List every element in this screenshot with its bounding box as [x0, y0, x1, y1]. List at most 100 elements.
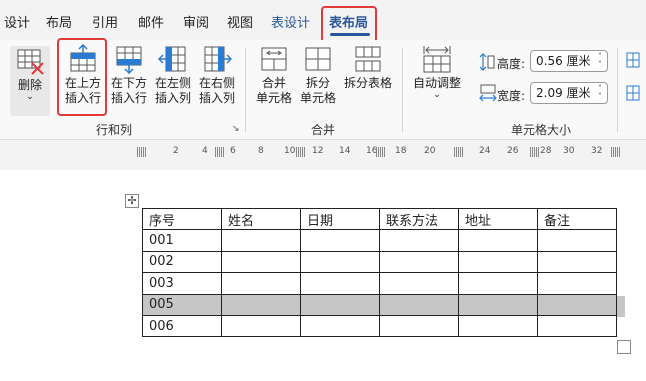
table-row[interactable]: 003: [142, 272, 617, 295]
ribbon: 删除 ⌄ 在上方 插入行 在下方 插入行 在左侧 插入列 在右侧 插入列 行和列…: [0, 38, 646, 140]
insert-right-label-1: 在右侧: [198, 76, 235, 90]
horizontal-ruler[interactable]: 2 4 6 8 10 12 14 16 18 20 24 26 28 30 32: [0, 142, 646, 162]
tab-view[interactable]: 视图: [227, 12, 253, 31]
table-cell[interactable]: [458, 314, 538, 338]
insert-below-label-2: 插入行: [110, 91, 147, 105]
height-input[interactable]: 0.56 厘米 ˄ ˅: [530, 50, 608, 72]
insert-right-button[interactable]: 在右侧 插入列: [194, 44, 240, 106]
table-cell[interactable]: [379, 250, 459, 274]
table-cell[interactable]: [300, 293, 380, 316]
table-cell[interactable]: [458, 250, 538, 274]
insert-below-label-1: 在下方: [110, 76, 147, 90]
table-move-handle-icon[interactable]: ✢: [125, 194, 139, 208]
ruler-number: 8: [258, 146, 264, 156]
table-cell[interactable]: [221, 229, 301, 252]
merge-cells-label-1: 合并: [261, 76, 286, 90]
spinner-arrows-icon[interactable]: ˄ ˅: [598, 53, 602, 69]
table-cell[interactable]: 001: [142, 229, 222, 252]
autofit-button[interactable]: 自动调整 ⌄: [408, 44, 466, 100]
table-cell[interactable]: [221, 293, 301, 316]
ruler-column-marker[interactable]: [296, 147, 305, 157]
merge-cells-label-2: 单元格: [255, 91, 292, 105]
table-row[interactable]: 001: [142, 229, 617, 252]
merge-cells-button[interactable]: 合并 单元格: [252, 44, 296, 106]
document-table[interactable]: 序号 姓名 日期 联系方法 地址 备注 001 002 003 005 006: [142, 207, 617, 338]
table-cell[interactable]: [537, 293, 617, 316]
width-label: 宽度:: [497, 89, 526, 103]
table-cell[interactable]: [379, 229, 459, 252]
table-cell[interactable]: 006: [142, 314, 222, 338]
insert-column-left-icon: [158, 46, 186, 72]
table-header-cell[interactable]: 联系方法: [379, 207, 459, 231]
ruler-column-marker[interactable]: [376, 147, 385, 157]
insert-below-button[interactable]: 在下方 插入行: [106, 44, 152, 106]
table-cell[interactable]: 003: [142, 272, 222, 295]
table-cell[interactable]: [458, 229, 538, 252]
table-cell[interactable]: 002: [142, 250, 222, 274]
table-header-row[interactable]: 序号 姓名 日期 联系方法 地址 备注: [142, 207, 617, 231]
tab-mailings[interactable]: 邮件: [138, 12, 164, 31]
ruler-number: 18: [395, 146, 407, 156]
dialog-launcher-icon[interactable]: ↘: [232, 124, 242, 134]
spinner-arrows-icon[interactable]: ˄ ˅: [598, 85, 602, 101]
insert-above-highlight: [57, 38, 107, 116]
tab-references[interactable]: 引用: [92, 12, 118, 31]
table-header-cell[interactable]: 序号: [142, 207, 222, 231]
table-cell[interactable]: [537, 314, 617, 338]
table-cell[interactable]: [537, 272, 617, 295]
delete-label: 删除: [17, 78, 42, 92]
ruler-column-marker[interactable]: [611, 147, 620, 157]
ruler-column-marker[interactable]: [215, 147, 224, 157]
table-header-cell[interactable]: 日期: [300, 207, 380, 231]
split-table-label: 拆分表格: [343, 76, 392, 90]
insert-left-label-1: 在左侧: [154, 76, 191, 90]
table-cell[interactable]: [458, 293, 538, 316]
split-cells-label-1: 拆分: [305, 76, 330, 90]
tab-design[interactable]: 设计: [4, 12, 30, 31]
width-value: 2.09 厘米: [536, 86, 591, 100]
tab-review[interactable]: 审阅: [183, 12, 209, 31]
selection-end-of-row: [616, 296, 625, 317]
ruler-column-marker[interactable]: [137, 147, 146, 157]
table-cell[interactable]: [300, 229, 380, 252]
distribute-columns-icon[interactable]: [626, 85, 640, 101]
insert-left-button[interactable]: 在左侧 插入列: [150, 44, 196, 106]
table-cell[interactable]: [458, 272, 538, 295]
ruler-column-marker[interactable]: [530, 147, 539, 157]
ruler-number: 2: [173, 146, 179, 156]
table-cell[interactable]: [300, 314, 380, 338]
ruler-column-marker[interactable]: [454, 147, 463, 157]
table-header-cell[interactable]: 姓名: [221, 207, 301, 231]
split-cells-button[interactable]: 拆分 单元格: [296, 44, 340, 106]
table-cell[interactable]: [300, 250, 380, 274]
table-header-cell[interactable]: 地址: [458, 207, 538, 231]
table-cell[interactable]: [537, 229, 617, 252]
width-input[interactable]: 2.09 厘米 ˄ ˅: [530, 82, 608, 104]
table-header-cell[interactable]: 备注: [537, 207, 617, 231]
table-cell[interactable]: [221, 314, 301, 338]
tab-table-design[interactable]: 表设计: [271, 12, 310, 31]
table-cell[interactable]: 005: [142, 293, 222, 316]
insert-column-right-icon: [204, 46, 232, 72]
table-row[interactable]: 006: [142, 314, 617, 338]
table-cell[interactable]: [221, 272, 301, 295]
table-resize-handle[interactable]: [617, 340, 631, 354]
table-cell[interactable]: [379, 314, 459, 338]
table-row[interactable]: 002: [142, 250, 617, 274]
tab-layout[interactable]: 布局: [46, 12, 72, 31]
table-row-selected[interactable]: 005: [142, 293, 617, 316]
ruler-number: 12: [312, 146, 324, 156]
table-cell[interactable]: [379, 293, 459, 316]
table-cell[interactable]: [300, 272, 380, 295]
table-cell[interactable]: [221, 250, 301, 274]
document-page[interactable]: ✢ 序号 姓名 日期 联系方法 地址 备注 001 002 003 005 00…: [0, 170, 646, 381]
distribute-rows-icon[interactable]: [626, 52, 640, 68]
delete-button[interactable]: 删除 ⌄: [10, 46, 50, 102]
split-table-button[interactable]: 拆分表格: [340, 44, 396, 91]
split-table-icon: [355, 46, 381, 72]
table-cell[interactable]: [379, 272, 459, 295]
delete-table-icon: [17, 49, 44, 75]
table-cell[interactable]: [537, 250, 617, 274]
ruler-number: 6: [230, 146, 236, 156]
merge-cells-icon: [261, 47, 287, 71]
